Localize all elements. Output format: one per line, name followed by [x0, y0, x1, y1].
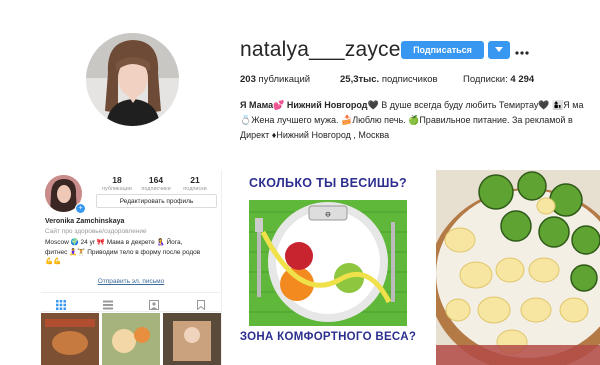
poster-title: СКОЛЬКО ТЫ ВЕСИШЬ? — [249, 176, 407, 190]
add-story-icon: + — [75, 203, 86, 214]
mini-followers-stat: 164 подписчики — [136, 175, 176, 192]
profile-avatar[interactable] — [86, 33, 179, 126]
bio-line-2: 💍Жена лучшего мужа. 🍰Люблю печь. 🍏Правил… — [240, 115, 573, 125]
following-stat[interactable]: Подписки: 4 294 — [463, 74, 534, 85]
more-dots-icon — [515, 51, 529, 55]
mini-profile-bio: Moscow 🌍 24 yr 🎀 Мама в декрете 🤱 Йога, … — [45, 238, 217, 267]
kiwi-banana-cake-photo — [436, 170, 600, 365]
profile-username: natalya___zayceva — [240, 38, 424, 61]
mini-following-stat: 21 подписки — [175, 175, 215, 192]
posts-stat: 203 публикаций — [240, 74, 310, 85]
mini-edit-profile-button: Редактировать профиль — [96, 194, 217, 208]
post-thumbnail-weight-poster[interactable]: СКОЛЬКО ТЫ ВЕСИШЬ? ⊖ ЗОНА КОМФОРТНОГО ВЕ… — [239, 170, 417, 365]
chevron-down-icon — [495, 47, 503, 52]
grid-icon — [56, 297, 66, 310]
mini-following-label: подписки — [183, 186, 207, 192]
mini-post-3 — [163, 313, 221, 365]
bio-text: В душе всегда буду любить Темиртау🖤 👩‍👦Я… — [378, 100, 584, 110]
suggestions-dropdown-button[interactable] — [488, 41, 510, 59]
plate-scale-illustration: ⊖ — [239, 192, 417, 328]
follow-button[interactable]: Подписаться — [401, 41, 484, 59]
mini-followers-count: 164 — [148, 175, 164, 185]
mini-post-1 — [41, 313, 99, 365]
mini-profile-category: Сайт про здоровье/оздоровление — [45, 228, 147, 235]
bookmark-icon — [196, 297, 206, 311]
tagged-icon — [149, 297, 159, 310]
following-count: 4 294 — [510, 74, 535, 85]
posts-label: публикаций — [258, 74, 311, 85]
profile-bio: Я Мама💕 Нижний Новгород🖤 В душе всегда б… — [240, 98, 600, 143]
mini-posts-count: 18 — [112, 175, 122, 185]
avatar-photo — [86, 33, 179, 126]
mini-profile-tabs — [41, 292, 221, 312]
bio-name: Я Мама💕 Нижний Новгород🖤 — [240, 100, 379, 110]
mini-posts-label: публикации — [102, 186, 132, 192]
bio-line-3: Директ ♦Нижний Новгород , Москва — [240, 130, 390, 140]
mini-bio-line-1: Moscow 🌍 24 yr 🎀 Мама в декрете 🤱 Йога, — [45, 239, 183, 246]
post-thumbnail-profile-screenshot[interactable]: + 18 публикации 164 подписчики 21 подпис… — [41, 170, 222, 365]
svg-text:⊖: ⊖ — [325, 210, 330, 220]
bio-line-1: Я Мама💕 Нижний Новгород🖤 В душе всегда б… — [240, 98, 600, 113]
mini-followers-label: подписчики — [141, 186, 171, 192]
mini-bio-line-3: 💪💪 — [45, 258, 62, 265]
poster-subtitle: ЗОНА КОМФОРТНОГО ВЕСА? — [239, 331, 417, 343]
mini-following-count: 21 — [190, 175, 200, 185]
more-options-button[interactable] — [515, 42, 529, 58]
mini-post-grid — [41, 313, 221, 365]
mini-email-link: Отправить эл. письмо — [97, 278, 165, 285]
following-label: Подписки: — [463, 74, 508, 85]
mini-post-2 — [102, 313, 160, 365]
mini-posts-stat: 18 публикации — [97, 175, 137, 192]
posts-count: 203 — [240, 74, 256, 85]
mini-profile-name: Veronika Zamchinskaya — [45, 218, 125, 225]
list-icon — [103, 297, 113, 310]
followers-stat[interactable]: 25,3тыс. подписчиков — [340, 74, 438, 85]
mini-bio-line-2: фитнес 🧘‍♀️🏋 Приводим тело в форму после… — [45, 248, 201, 256]
followers-label: подписчиков — [381, 74, 438, 85]
followers-count: 25,3тыс. — [340, 74, 380, 85]
post-thumbnail-kiwi-cake[interactable] — [436, 170, 600, 365]
